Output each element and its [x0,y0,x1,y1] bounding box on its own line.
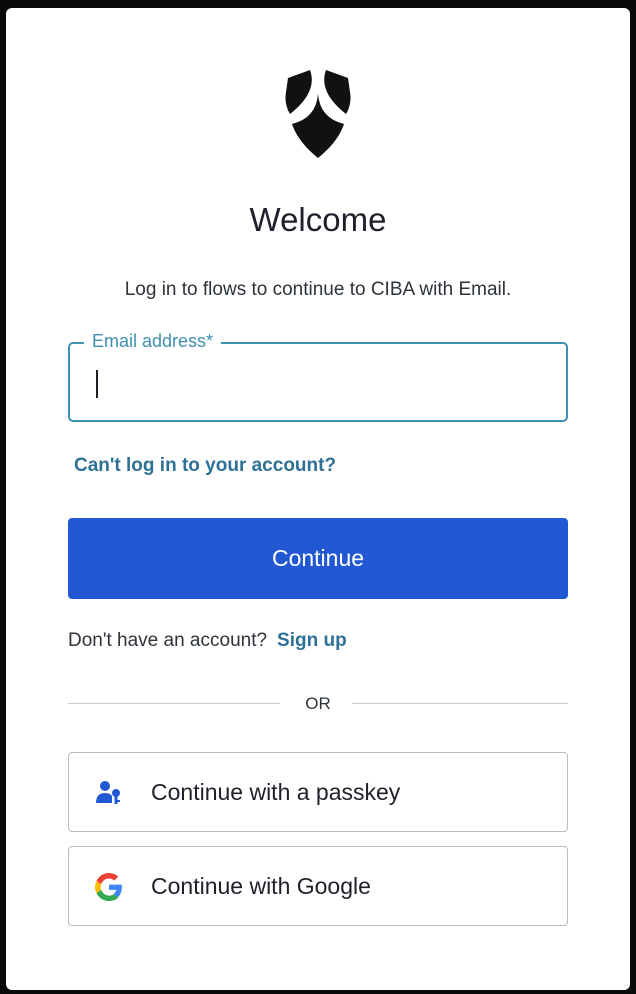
continue-button[interactable]: Continue [68,518,568,599]
signup-prompt: Don't have an account? [68,630,268,651]
google-icon [95,873,122,901]
shield-star-icon [285,70,351,158]
email-input[interactable] [90,362,550,402]
passkey-button-label: Continue with a passkey [151,779,401,805]
signup-row: Don't have an account? Sign up [68,628,347,654]
google-button[interactable]: Continue with Google [68,846,568,926]
text-cursor [96,370,98,398]
divider-line-left [68,703,280,704]
passkey-button[interactable]: Continue with a passkey [68,752,568,832]
google-button-label: Continue with Google [151,873,371,899]
passkey-user-icon [96,781,120,804]
email-field-label: Email address* [84,330,222,352]
page-subtitle: Log in to flows to continue to CIBA with… [124,279,512,300]
signup-link[interactable]: Sign up [277,630,347,651]
email-field[interactable]: Email address* [68,330,568,422]
login-card: Welcome Log in to flows to continue to C… [6,8,630,990]
forgot-account-link[interactable]: Can't log in to your account? [74,454,336,478]
divider-or-label: OR [305,694,331,713]
page-title: Welcome [249,201,387,238]
divider-line-right [352,703,568,704]
